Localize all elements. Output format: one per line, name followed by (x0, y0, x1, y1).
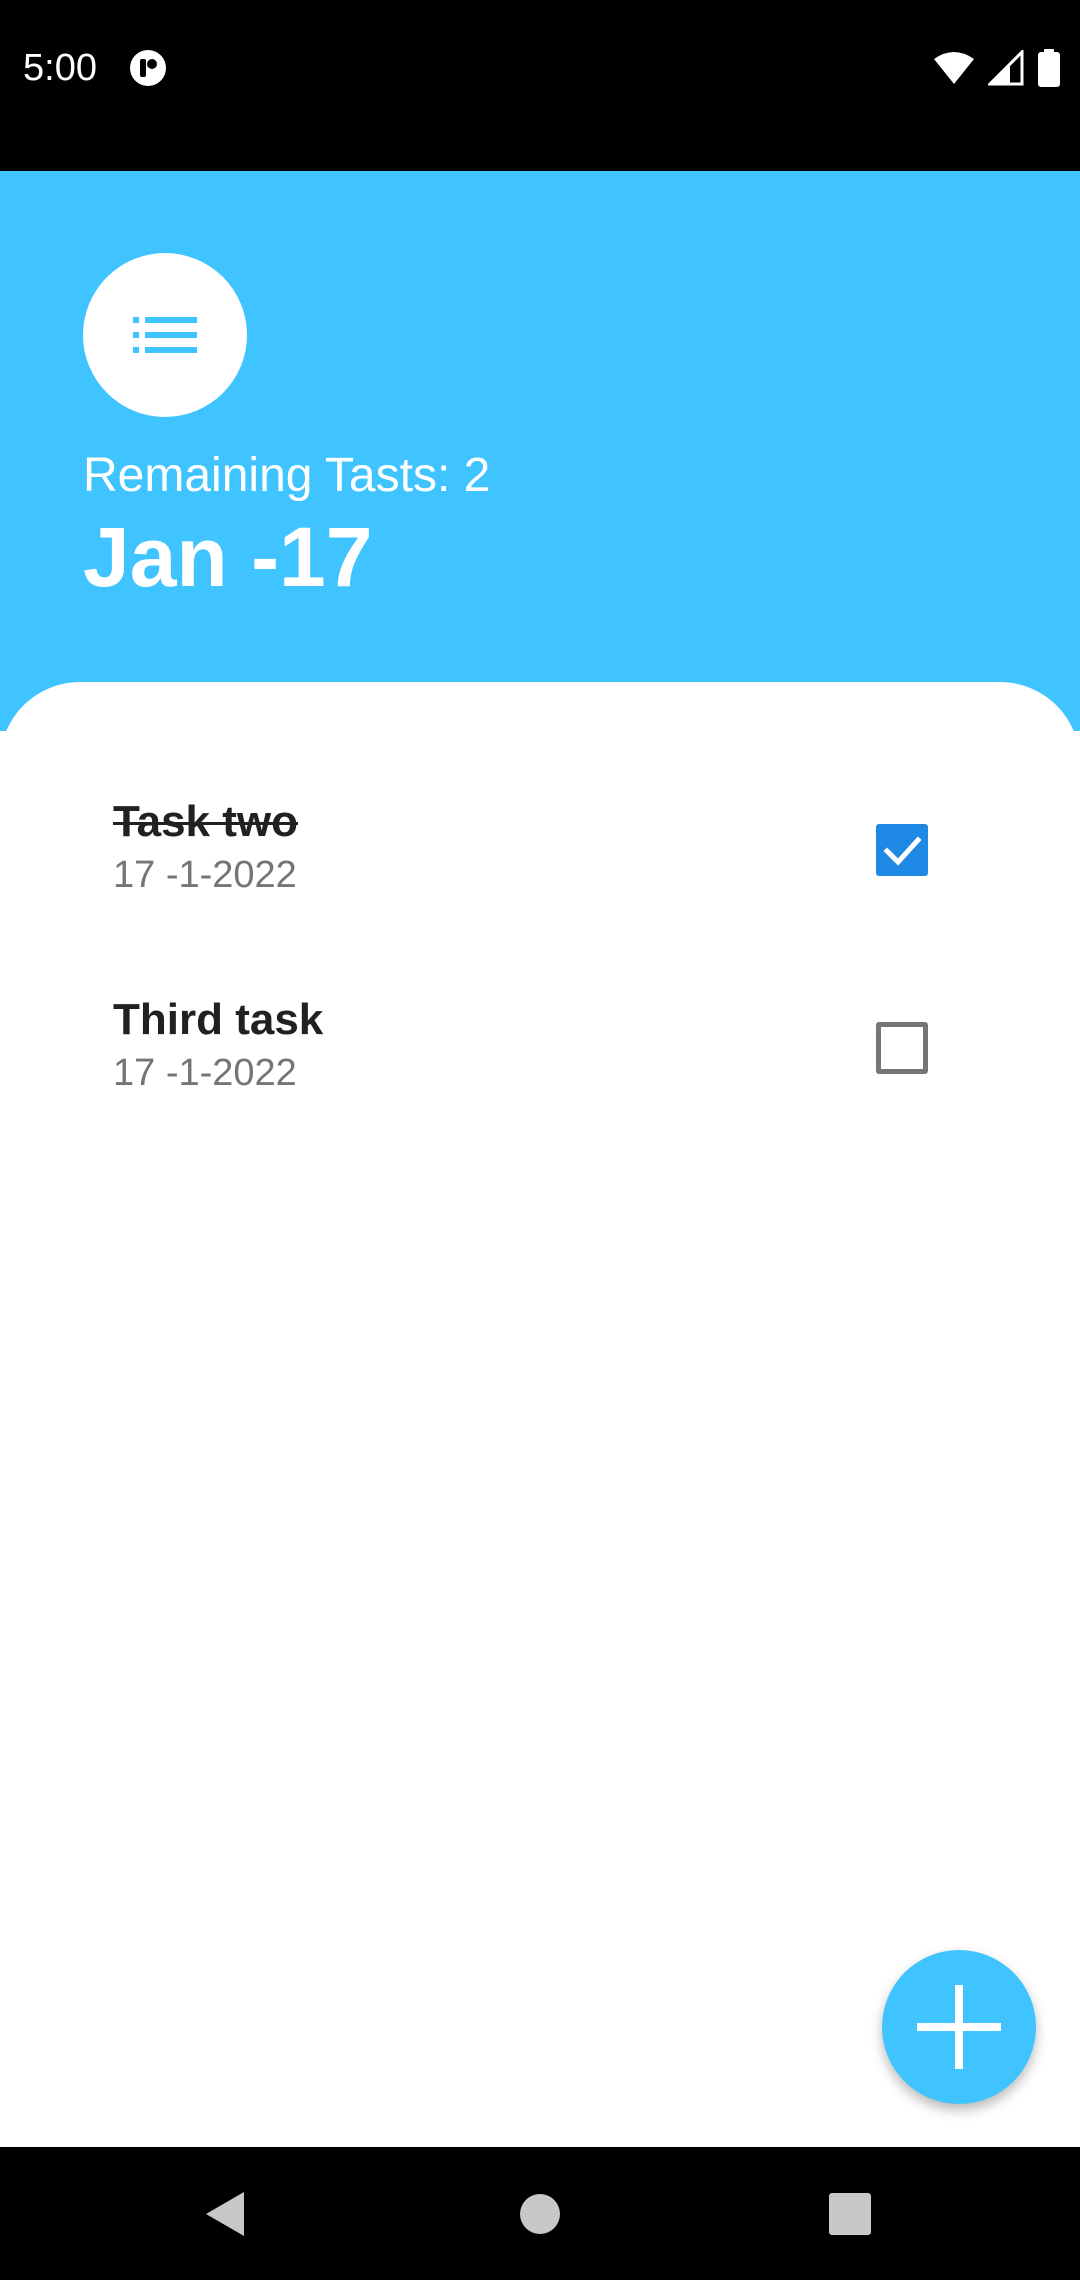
add-task-button[interactable] (882, 1950, 1036, 2104)
home-icon (520, 2193, 560, 2234)
task-list: Task two 17 -1-2022 Third task 17 -1-202… (0, 682, 1080, 2147)
list-item[interactable]: Task two 17 -1-2022 (0, 730, 1080, 900)
app-notification-icon (130, 50, 166, 86)
home-button[interactable] (460, 2147, 620, 2280)
header: Remaining Tasts: 2 Jan -17 (0, 171, 1080, 731)
list-icon-button (83, 253, 247, 417)
battery-icon (1038, 49, 1060, 87)
date-title: Jan -17 (83, 510, 373, 604)
status-bar: 5:00 (0, 0, 1080, 171)
list-icon (133, 317, 197, 353)
recents-button[interactable] (770, 2147, 930, 2280)
status-time: 5:00 (23, 47, 97, 89)
plus-icon (917, 1985, 1001, 2069)
task-title: Task two (113, 797, 299, 846)
task-title: Third task (113, 995, 324, 1044)
navigation-bar (0, 2147, 1080, 2280)
back-button[interactable] (146, 2147, 306, 2280)
task-date: 17 -1-2022 (113, 854, 297, 896)
list-item[interactable]: Third task 17 -1-2022 (0, 928, 1080, 1098)
back-icon (206, 2191, 244, 2236)
task-checkbox[interactable] (876, 1022, 928, 1074)
recents-icon (829, 2192, 871, 2235)
cellular-signal-icon (988, 50, 1024, 86)
task-date: 17 -1-2022 (113, 1052, 297, 1094)
app-screen: 5:00 Remaining Tasts: 2 Jan -17 Task two… (0, 0, 1080, 2280)
remaining-tasks-text: Remaining Tasts: 2 (83, 449, 491, 502)
task-checkbox[interactable] (876, 824, 928, 876)
status-icons (934, 46, 1060, 90)
wifi-icon (934, 52, 974, 84)
checkmark-icon (883, 836, 922, 866)
